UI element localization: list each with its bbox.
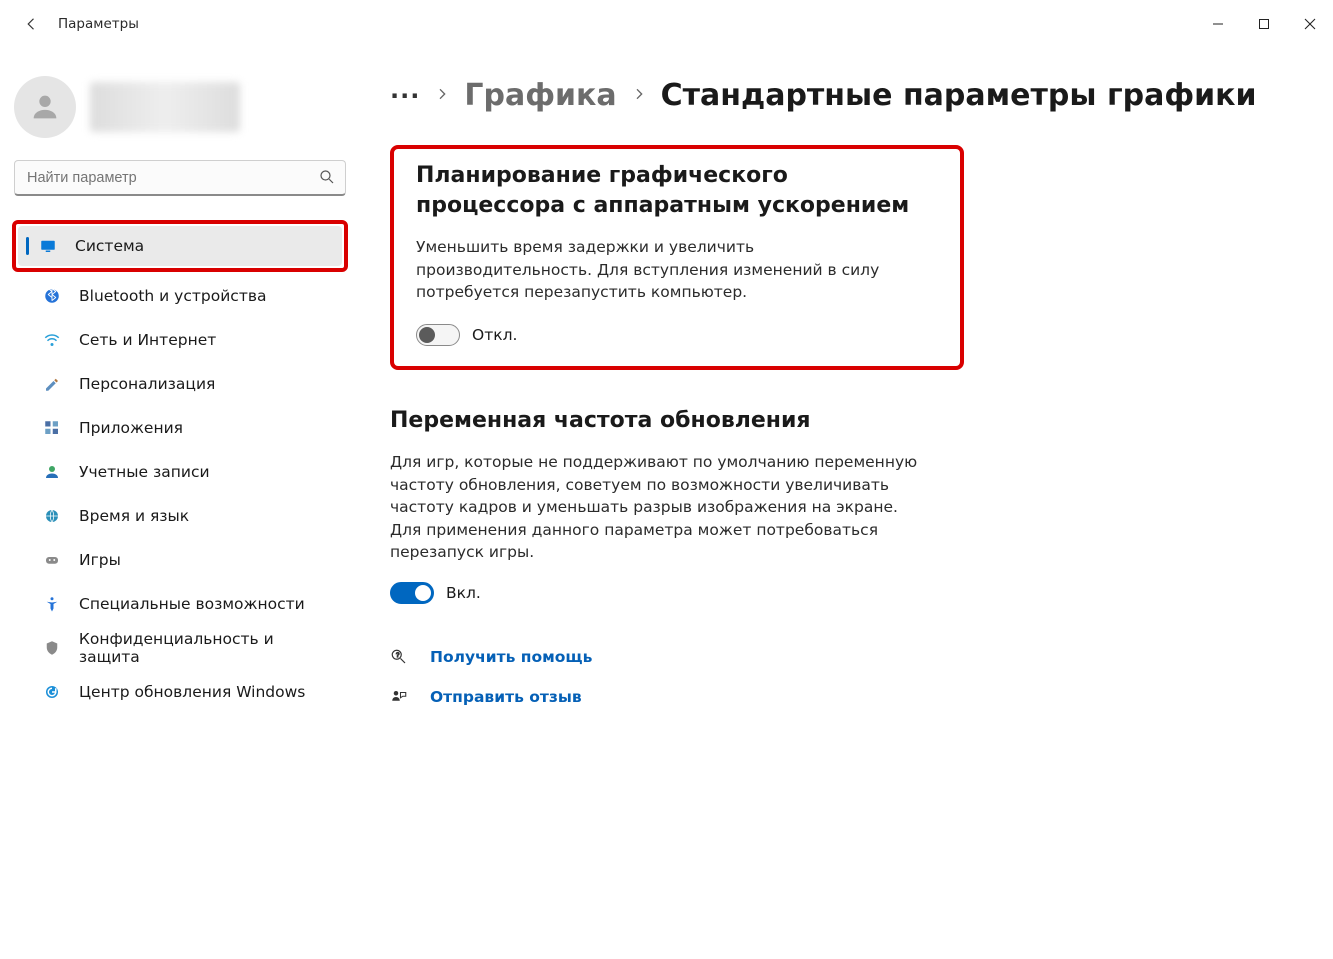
gpu-toggle-label: Откл. [472,326,517,344]
sidebar-highlight: Система [12,220,348,272]
gpu-scheduling-highlight: Планирование графического процессора с а… [390,145,964,370]
close-button[interactable] [1287,8,1333,40]
vrr-toggle[interactable] [390,582,434,604]
vrr-section-title: Переменная частота обновления [390,406,950,436]
chevron-right-icon [631,86,647,106]
window-title: Параметры [58,16,139,32]
breadcrumb: ··· Графика Стандартные параметры график… [390,78,1293,113]
sidebar-item-apps[interactable]: Приложения [14,408,346,448]
wifi-icon [41,331,63,349]
gpu-scheduling-toggle[interactable] [416,324,460,346]
sidebar-item-label: Специальные возможности [79,595,305,613]
sidebar-item-label: Система [75,237,144,255]
vrr-toggle-label: Вкл. [446,584,481,602]
sidebar-item-accounts[interactable]: Учетные записи [14,452,346,492]
sidebar-item-windows-update[interactable]: Центр обновления Windows [14,672,346,712]
sidebar-item-accessibility[interactable]: Специальные возможности [14,584,346,624]
sidebar-item-label: Bluetooth и устройства [79,287,266,305]
toggle-knob [419,327,435,343]
sidebar-item-gaming[interactable]: Игры [14,540,346,580]
sidebar-item-bluetooth[interactable]: Bluetooth и устройства [14,276,346,316]
get-help-link[interactable]: Получить помощь [430,648,592,666]
user-name-redacted [90,82,240,132]
sidebar-item-label: Игры [79,551,121,569]
search-input[interactable] [14,160,346,196]
sidebar-item-time-language[interactable]: Время и язык [14,496,346,536]
windows-update-icon [41,683,63,701]
sidebar-item-label: Персонализация [79,375,215,393]
toggle-knob [415,585,431,601]
feedback-row: Отправить отзыв [390,688,1293,706]
gpu-section-desc: Уменьшить время задержки и увеличить про… [416,236,934,303]
gpu-toggle-row: Откл. [416,324,934,346]
maximize-button[interactable] [1241,8,1287,40]
help-icon: ? [390,648,412,666]
vrr-section: Переменная частота обновления Для игр, к… [390,406,950,604]
selected-indicator [26,237,29,255]
system-icon [37,237,59,255]
vrr-toggle-row: Вкл. [390,582,950,604]
sidebar-item-system[interactable]: Система [18,226,342,266]
search-icon [318,168,336,190]
vrr-section-desc: Для игр, которые не поддерживают по умол… [390,451,930,563]
gaming-icon [41,551,63,569]
apps-icon [41,419,63,437]
bluetooth-icon [41,287,63,305]
sidebar-item-label: Сеть и Интернет [79,331,216,349]
gpu-section-title: Планирование графического процессора с а… [416,161,934,220]
sidebar-item-network[interactable]: Сеть и Интернет [14,320,346,360]
main-content: ··· Графика Стандартные параметры график… [360,48,1333,738]
feedback-link[interactable]: Отправить отзыв [430,688,582,706]
accessibility-icon [41,595,63,613]
sidebar: Система Bluetooth и устройства Сеть и Ин… [0,48,360,738]
avatar [14,76,76,138]
chevron-right-icon [434,86,450,106]
feedback-icon [390,688,412,706]
shield-icon [41,639,63,657]
sidebar-item-label: Учетные записи [79,463,210,481]
sidebar-item-personalization[interactable]: Персонализация [14,364,346,404]
titlebar: Параметры [0,0,1333,48]
user-row[interactable] [14,76,350,138]
help-links: ? Получить помощь Отправить отзыв [390,648,1293,706]
breadcrumb-current: Стандартные параметры графики [661,78,1257,113]
get-help-row: ? Получить помощь [390,648,1293,666]
minimize-button[interactable] [1195,8,1241,40]
accounts-icon [41,463,63,481]
time-language-icon [41,507,63,525]
brush-icon [41,375,63,393]
back-button[interactable] [20,15,44,33]
sidebar-item-label: Центр обновления Windows [79,683,305,701]
sidebar-item-label: Время и язык [79,507,189,525]
sidebar-item-privacy[interactable]: Конфиденциальность и защита [14,628,346,668]
sidebar-item-label: Приложения [79,419,183,437]
sidebar-item-label: Конфиденциальность и защита [79,630,338,666]
breadcrumb-more[interactable]: ··· [390,84,420,108]
breadcrumb-graphics[interactable]: Графика [464,78,616,113]
search-box[interactable] [14,160,346,196]
window-controls [1195,8,1333,40]
